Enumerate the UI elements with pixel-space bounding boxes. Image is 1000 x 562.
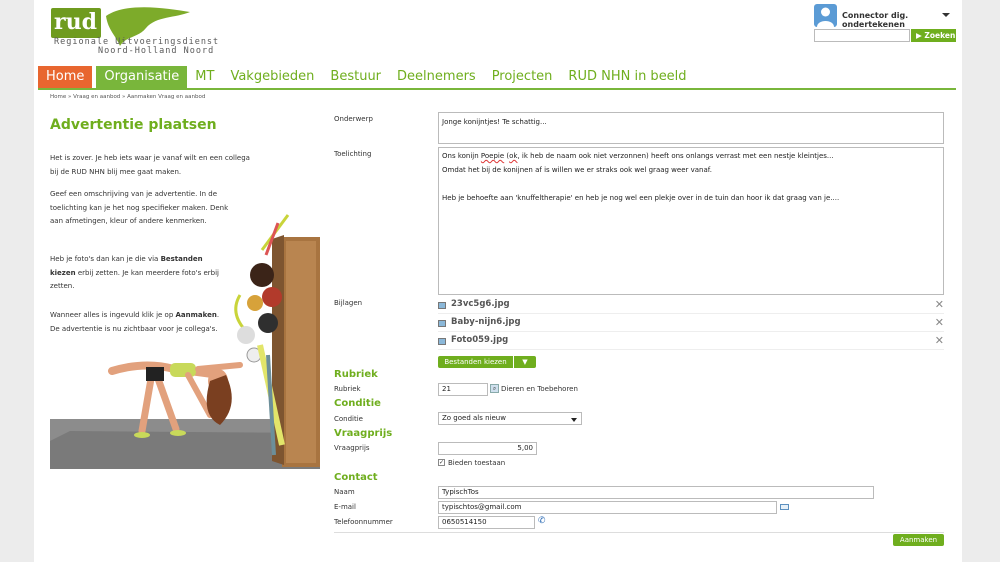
- caret-down-icon[interactable]: [942, 13, 950, 17]
- logo-line-2: Noord-Holland Noord: [98, 46, 215, 56]
- attachment-name[interactable]: Foto059.jpg: [451, 335, 508, 345]
- image-file-icon: [438, 338, 446, 345]
- vraagprijs-input[interactable]: 5,00: [438, 442, 537, 455]
- mail-icon[interactable]: [780, 504, 789, 510]
- nav-deelnemers[interactable]: Deelnemers: [389, 66, 484, 88]
- nav-bestuur[interactable]: Bestuur: [322, 66, 389, 88]
- remove-attachment-icon[interactable]: ✕: [935, 334, 944, 347]
- form-divider: [334, 532, 944, 533]
- bijlagen-label: Bijlagen: [334, 299, 363, 307]
- choose-files-button[interactable]: Bestanden kiezen: [438, 356, 513, 368]
- search-button[interactable]: ▶ Zoeken: [911, 29, 956, 42]
- toelichting-line-3: Heb je behoefte aan 'knuffeltherapie' en…: [442, 194, 840, 202]
- toelichting-blank-line: [442, 177, 940, 191]
- rubriek-code-input[interactable]: 21: [438, 383, 488, 396]
- page: rud Regionale Uitvoeringsdienst Noord-Ho…: [34, 0, 962, 562]
- onderwerp-label: Onderwerp: [334, 115, 373, 123]
- contact-heading: Contact: [334, 472, 378, 483]
- conditie-heading: Conditie: [334, 398, 381, 409]
- submit-button[interactable]: Aanmaken: [893, 534, 944, 546]
- nav-vakgebieden[interactable]: Vakgebieden: [222, 66, 322, 88]
- main-nav: Home Organisatie MT Vakgebieden Bestuur …: [38, 66, 695, 88]
- attachment-item: 23vc5g6.jpg ✕: [438, 298, 944, 314]
- toelichting-line-1-start: Ons konijn: [442, 152, 481, 160]
- search-icon[interactable]: ⌕: [490, 384, 499, 393]
- play-icon: ▶: [916, 31, 922, 40]
- chevron-down-icon: [571, 418, 577, 422]
- toelichting-label: Toelichting: [334, 150, 372, 158]
- intro-paragraph-1: Het is zover. Je heb iets waar je vanaf …: [50, 154, 250, 176]
- toelichting-textarea[interactable]: Ons konijn Poepie (ok, ik heb de naam oo…: [438, 147, 944, 295]
- breadcrumb[interactable]: Home » Vraag en aanbod » Aanmaken Vraag …: [50, 94, 205, 100]
- rubriek-name: Dieren en Toebehoren: [501, 385, 578, 393]
- image-file-icon: [438, 320, 446, 327]
- illustration-image: [50, 214, 320, 469]
- naam-label: Naam: [334, 488, 355, 496]
- attachment-item: Foto059.jpg ✕: [438, 334, 944, 350]
- onderwerp-input[interactable]: Jonge konijntjes! Te schattig...: [438, 112, 944, 144]
- nav-divider: [38, 88, 956, 90]
- remove-attachment-icon[interactable]: ✕: [935, 316, 944, 329]
- check-icon: ✓: [439, 459, 445, 466]
- toelichting-line-1-end: , ik heb de naam ook niet verzonnen) hee…: [517, 152, 834, 160]
- vraagprijs-label: Vraagprijs: [334, 444, 370, 452]
- rubriek-heading: Rubriek: [334, 369, 378, 380]
- nav-mt[interactable]: MT: [187, 66, 222, 88]
- user-icon[interactable]: [814, 4, 837, 27]
- attachment-item: Baby-nijn6.jpg ✕: [438, 316, 944, 332]
- nav-organisatie[interactable]: Organisatie: [96, 66, 188, 88]
- vraagprijs-heading: Vraagprijs: [334, 428, 393, 439]
- rubriek-label: Rubriek: [334, 385, 361, 393]
- toelichting-line-2: Omdat het bij de konijnen af is willen w…: [442, 166, 712, 174]
- triangle-down-icon: ▼: [522, 358, 528, 366]
- remove-attachment-icon[interactable]: ✕: [935, 298, 944, 311]
- page-title: Advertentie plaatsen: [50, 117, 217, 133]
- choose-files-dropdown[interactable]: ▼: [514, 356, 536, 368]
- naam-input[interactable]: TypischTos: [438, 486, 874, 499]
- conditie-label: Conditie: [334, 415, 363, 423]
- logo[interactable]: rud: [51, 8, 101, 38]
- attachment-name[interactable]: Baby-nijn6.jpg: [451, 317, 521, 327]
- bieden-label: Bieden toestaan: [448, 459, 506, 467]
- search-input[interactable]: [814, 29, 910, 42]
- telefoon-label: Telefoonnummer: [334, 518, 393, 526]
- attachment-name[interactable]: 23vc5g6.jpg: [451, 299, 510, 309]
- email-label: E-mail: [334, 503, 356, 511]
- phone-icon[interactable]: ✆: [538, 516, 546, 526]
- email-input[interactable]: typischtos@gmail.com: [438, 501, 777, 514]
- telefoon-input[interactable]: 0650514150: [438, 516, 535, 529]
- nav-projecten[interactable]: Projecten: [484, 66, 561, 88]
- search-button-label: Zoeken: [924, 31, 956, 40]
- spellcheck-word: Poepie: [480, 152, 505, 160]
- toelichting-line-1: Ons konijn Poepie (ok, ik heb de naam oo…: [442, 149, 940, 163]
- conditie-selected-value: Zo goed als nieuw: [442, 414, 506, 422]
- conditie-select[interactable]: Zo goed als nieuw: [438, 412, 582, 425]
- image-file-icon: [438, 302, 446, 309]
- bieden-checkbox[interactable]: ✓: [438, 459, 445, 466]
- nav-home[interactable]: Home: [38, 66, 93, 88]
- nav-rud-nhn-in-beeld[interactable]: RUD NHN in beeld: [560, 66, 694, 88]
